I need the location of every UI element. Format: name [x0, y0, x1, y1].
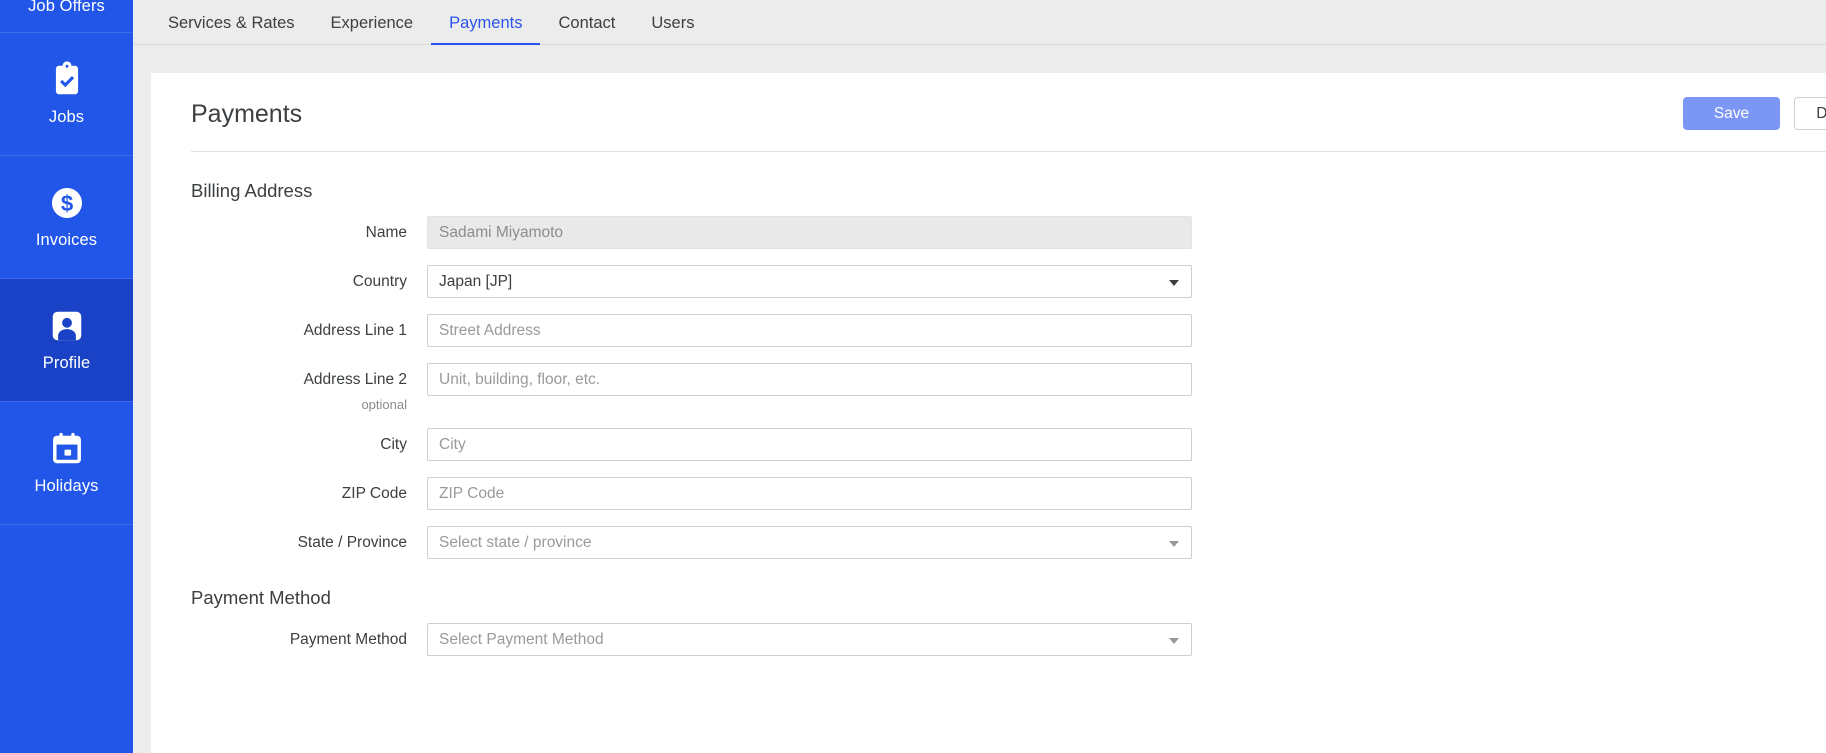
label-column: Country: [191, 265, 427, 291]
control-column: Japan [JP]: [427, 265, 1192, 298]
tab-contact[interactable]: Contact: [540, 14, 633, 44]
header-actions: Save Discard: [1683, 97, 1826, 130]
state-province-select-wrap: Select state / province: [427, 526, 1192, 559]
label-column: Name: [191, 216, 427, 242]
control-column: Select state / province: [427, 526, 1192, 559]
card-header: Payments Save Discard: [191, 73, 1826, 152]
address-line-1-label: Address Line 1: [303, 322, 407, 339]
sidebar-item-jobs[interactable]: Jobs: [0, 33, 133, 156]
tab-services-and-rates[interactable]: Services & Rates: [150, 14, 313, 44]
payments-card: Payments Save Discard Billing Address Na…: [151, 73, 1826, 753]
payment-method-section-title: Payment Method: [191, 587, 331, 608]
tab-payments[interactable]: Payments: [431, 14, 541, 45]
state-province-select[interactable]: Select state / province: [427, 526, 1192, 559]
payment-method-label: Payment Method: [289, 631, 407, 648]
control-column: [427, 216, 1192, 249]
country-select-wrap: Japan [JP]: [427, 265, 1192, 298]
control-column: [427, 363, 1192, 396]
sidebar-item-label: Holidays: [34, 477, 99, 495]
tab-experience[interactable]: Experience: [313, 14, 432, 44]
discard-button[interactable]: Discard: [1794, 97, 1826, 130]
zip-code-label: ZIP Code: [341, 485, 407, 502]
payment-method-select[interactable]: Select Payment Method: [427, 623, 1192, 656]
sidebar-item-label: Invoices: [35, 231, 98, 249]
label-column: ZIP Code: [191, 477, 427, 503]
save-button[interactable]: Save: [1683, 97, 1780, 130]
control-column: [427, 428, 1192, 461]
sidebar-item-label: Profile: [42, 354, 91, 372]
sidebar-item-label: Jobs: [48, 108, 85, 126]
dollar-circle-icon: $: [48, 184, 86, 222]
form-row-name: Name: [191, 216, 1826, 249]
tab-bar: Services & Rates Experience Payments Con…: [133, 0, 1826, 45]
zip-code-input[interactable]: [427, 477, 1192, 510]
form-row-city: City: [191, 428, 1826, 461]
payment-method-select-wrap: Select Payment Method: [427, 623, 1192, 656]
app-root: Job Offers Jobs $ Invoices Profile Holid…: [0, 0, 1826, 753]
billing-address-section-title: Billing Address: [191, 180, 313, 201]
address-line-2-input[interactable]: [427, 363, 1192, 396]
calendar-icon: [48, 430, 86, 468]
label-column: Payment Method: [191, 623, 427, 649]
page-title: Payments: [191, 99, 303, 128]
label-column: Address Line 2 optional: [191, 363, 427, 412]
name-input: [427, 216, 1192, 249]
form-row-address-line-2: Address Line 2 optional: [191, 363, 1826, 412]
person-card-icon: [48, 307, 86, 345]
name-label: Name: [365, 224, 407, 241]
main-content: Services & Rates Experience Payments Con…: [133, 0, 1826, 753]
country-select[interactable]: Japan [JP]: [427, 265, 1192, 298]
form-row-state-province: State / Province Select state / province: [191, 526, 1826, 559]
sidebar-item-invoices[interactable]: $ Invoices: [0, 156, 133, 279]
form-row-zip-code: ZIP Code: [191, 477, 1826, 510]
country-label: Country: [352, 273, 407, 290]
label-column: City: [191, 428, 427, 454]
city-input[interactable]: [427, 428, 1192, 461]
sidebar: Job Offers Jobs $ Invoices Profile Holid…: [0, 0, 133, 753]
sidebar-item-profile[interactable]: Profile: [0, 279, 133, 402]
address-line-1-input[interactable]: [427, 314, 1192, 347]
sidebar-item-label: Job Offers: [28, 0, 105, 15]
state-province-label: State / Province: [297, 534, 407, 551]
card-container: Payments Save Discard Billing Address Na…: [133, 45, 1826, 753]
sidebar-filler: [0, 525, 133, 753]
tab-users[interactable]: Users: [633, 14, 712, 44]
clipboard-check-icon: [48, 61, 86, 99]
form-row-payment-method: Payment Method Select Payment Method: [191, 623, 1826, 656]
control-column: [427, 314, 1192, 347]
label-column: State / Province: [191, 526, 427, 552]
form-row-address-line-1: Address Line 1: [191, 314, 1826, 347]
address-line-2-optional-hint: optional: [361, 397, 407, 412]
control-column: [427, 477, 1192, 510]
svg-text:$: $: [60, 191, 73, 216]
address-line-2-label: Address Line 2: [303, 371, 407, 388]
form-row-country: Country Japan [JP]: [191, 265, 1826, 298]
sidebar-item-job-offers[interactable]: Job Offers: [0, 0, 133, 33]
sidebar-item-holidays[interactable]: Holidays: [0, 402, 133, 525]
city-label: City: [380, 436, 407, 453]
label-column: Address Line 1: [191, 314, 427, 340]
control-column: Select Payment Method: [427, 623, 1192, 656]
